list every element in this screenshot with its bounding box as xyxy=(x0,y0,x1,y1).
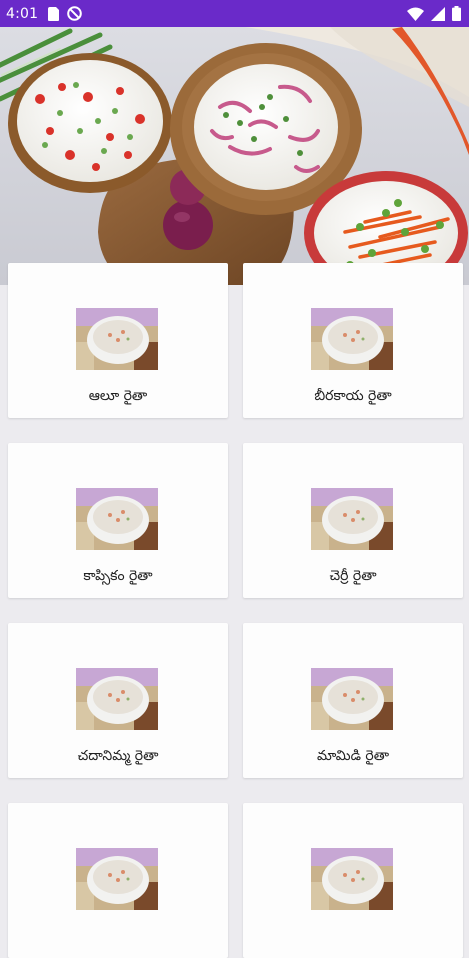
recipe-name: ఆలూ రైతా xyxy=(88,388,148,404)
raita-bowl-thumbnail xyxy=(76,488,158,550)
recipe-card[interactable]: చెర్రీ రైతా xyxy=(243,443,463,598)
recipe-name: కాప్సికం రైతా xyxy=(83,568,153,584)
recipe-card[interactable]: మామిడి రైతా xyxy=(243,623,463,778)
status-left-icons xyxy=(48,6,83,21)
recipe-name: చెర్రీ రైతా xyxy=(329,568,377,584)
raita-bowl-thumbnail xyxy=(76,308,158,370)
recipe-card[interactable]: చదానిమ్మ రైతా xyxy=(8,623,228,778)
status-right-icons xyxy=(407,6,461,21)
recipe-name: చదానిమ్మ రైతా xyxy=(77,748,159,764)
recipe-name: మామిడి రైతా xyxy=(316,748,390,764)
status-bar: 4:01 xyxy=(0,0,469,27)
recipe-card[interactable] xyxy=(243,803,463,958)
raita-bowl-thumbnail xyxy=(76,848,158,910)
wifi-icon xyxy=(407,7,424,21)
raita-bowls-hero-image xyxy=(0,27,469,285)
do-not-disturb-icon xyxy=(67,6,83,21)
raita-bowl-thumbnail xyxy=(311,668,393,730)
recipe-card[interactable]: ఆలూ రైతా xyxy=(8,263,228,418)
raita-bowl-thumbnail xyxy=(311,308,393,370)
cellular-signal-icon xyxy=(431,6,445,21)
recipe-card[interactable]: బీరకాయ రైతా xyxy=(243,263,463,418)
hero-image xyxy=(0,27,469,285)
recipe-name: బీరకాయ రైతా xyxy=(314,388,392,404)
raita-bowl-thumbnail xyxy=(76,668,158,730)
raita-bowl-thumbnail xyxy=(311,848,393,910)
raita-bowl-thumbnail xyxy=(311,488,393,550)
recipe-card[interactable]: కాప్సికం రైతా xyxy=(8,443,228,598)
recipe-card[interactable] xyxy=(8,803,228,958)
status-time: 4:01 xyxy=(6,5,39,22)
battery-icon xyxy=(452,6,461,21)
sim-card-icon xyxy=(48,6,60,21)
